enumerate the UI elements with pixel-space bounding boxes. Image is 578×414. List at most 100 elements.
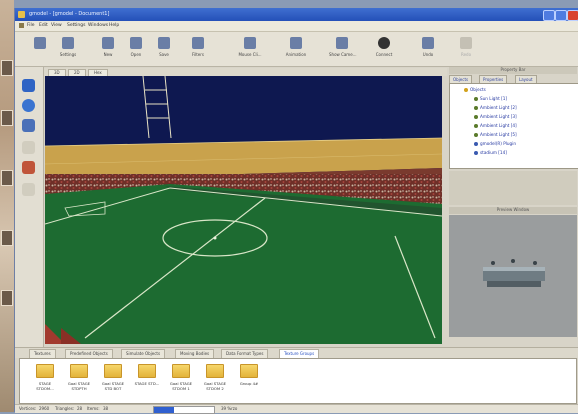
new-icon: [34, 37, 46, 49]
mouse-click-button[interactable]: Mouse Cli...: [237, 35, 263, 63]
asset-item[interactable]: Goal STAGE STDPTH: [64, 364, 94, 391]
folder-icon: [104, 364, 122, 378]
triangles-count: 28: [77, 406, 83, 411]
folder-icon: [206, 364, 224, 378]
show-camera-button[interactable]: Show Came...: [329, 35, 356, 63]
camera-icon: [336, 37, 348, 49]
title-bar[interactable]: gmodel - [gmodel - Document1]: [15, 8, 578, 21]
menu-help[interactable]: Help: [109, 23, 119, 28]
open-icon: [130, 37, 142, 49]
folder-icon: [70, 364, 88, 378]
tree-item[interactable]: Objects: [464, 87, 486, 92]
desktop-thumbnail: [1, 110, 13, 126]
mouse-icon: [244, 37, 256, 49]
tree-item[interactable]: stadium [14]: [474, 150, 507, 155]
settings-icon: [62, 37, 74, 49]
desktop-thumbnail: [1, 230, 13, 246]
save-button[interactable]: Save: [151, 35, 177, 63]
asset-item[interactable]: Goal STAGE STD BOT: [98, 364, 128, 391]
view-tabs: 3D 2D Hex: [44, 68, 447, 77]
new-doc-icon: [102, 37, 114, 49]
app-window: gmodel - [gmodel - Document1] File Edit …: [14, 8, 578, 414]
asset-item[interactable]: Goal STAGE STDOM 2: [200, 364, 230, 391]
panel-spacer: [449, 171, 577, 205]
folder-icon: [36, 364, 54, 378]
connect-button[interactable]: Connect: [371, 35, 397, 63]
menu-view[interactable]: View: [51, 23, 62, 28]
asset-item[interactable]: Group 4#: [234, 364, 264, 386]
folder-icon: [138, 364, 156, 378]
desktop-background-left: [0, 0, 14, 412]
save-icon: [158, 37, 170, 49]
new-doc-button[interactable]: New: [95, 35, 121, 63]
mesh-icon: [474, 151, 478, 155]
vertices-label: Vertices:: [19, 406, 37, 411]
menu-edit[interactable]: Edit: [39, 23, 48, 28]
zoom-readout: 39 %rzo: [221, 406, 238, 411]
tree-item[interactable]: Ambient Light [2]: [474, 105, 517, 110]
maximize-icon[interactable]: [555, 10, 567, 21]
light-icon: [474, 115, 478, 119]
items-label: Items:: [87, 406, 100, 411]
disabled-tool-icon[interactable]: [22, 141, 35, 154]
close-icon[interactable]: [567, 10, 578, 21]
items-count: 38: [103, 406, 109, 411]
app-icon: [18, 11, 25, 18]
connect-icon: [378, 37, 390, 49]
window-title: gmodel - [gmodel - Document1]: [29, 11, 110, 17]
tree-item[interactable]: Ambient Light [4]: [474, 123, 517, 128]
light-icon: [474, 133, 478, 137]
asset-item[interactable]: STAGE STDOM...: [30, 364, 60, 391]
property-bar-title: Property Bar: [449, 67, 577, 74]
asset-library: STAGE STDOM... Goal STAGE STDPTH Goal ST…: [19, 358, 577, 404]
progress-fill: [154, 407, 174, 413]
light-icon: [474, 106, 478, 110]
undo-button[interactable]: Undo: [415, 35, 441, 63]
redo-button[interactable]: Redo: [453, 35, 479, 63]
main-toolbar: Settings New Open Save Filters Mouse Cli…: [15, 32, 578, 67]
desktop-thumbnail: [1, 290, 13, 306]
paint-tool-icon[interactable]: [22, 161, 35, 174]
menu-windows[interactable]: Windows: [88, 23, 108, 28]
redo-icon: [460, 37, 472, 49]
left-toolbox: [15, 67, 44, 347]
asset-item[interactable]: Goal STAGE STDOM 1: [166, 364, 196, 391]
animation-button[interactable]: Animation: [283, 35, 309, 63]
grid-tool-icon[interactable]: [22, 183, 35, 196]
tree-item[interactable]: Ambient Light [5]: [474, 132, 517, 137]
desktop-thumbnail: [1, 170, 13, 186]
plugin-icon: [474, 142, 478, 146]
vertices-count: 2960: [39, 406, 50, 411]
move-tool-icon[interactable]: [22, 119, 35, 132]
animation-icon: [290, 37, 302, 49]
tree-item[interactable]: Sun Light [1]: [474, 96, 507, 101]
select-tool-icon[interactable]: [22, 79, 35, 92]
light-icon: [474, 97, 478, 101]
library-tabs: Textures Predefined Objects Simulate Obj…: [15, 347, 578, 359]
settings-button[interactable]: Settings: [55, 35, 81, 63]
progress-bar: [153, 406, 215, 414]
tree-item[interactable]: gmodel(R) Plugin: [474, 141, 516, 146]
property-panel: Property Bar Objects Properties Layout O…: [447, 67, 578, 347]
rotate-tool-icon[interactable]: [22, 99, 35, 112]
open-button[interactable]: Open: [123, 35, 149, 63]
menu-file[interactable]: File: [27, 23, 35, 28]
asset-item[interactable]: STAGE STD...: [132, 364, 162, 386]
new-button[interactable]: [27, 35, 53, 63]
3d-viewport[interactable]: [45, 76, 442, 344]
undo-icon: [422, 37, 434, 49]
menu-settings[interactable]: Settings: [67, 23, 85, 28]
preview-window[interactable]: [449, 215, 577, 337]
preview-model: [483, 259, 545, 287]
filters-button[interactable]: Filters: [185, 35, 211, 63]
minimize-icon[interactable]: [543, 10, 555, 21]
folder-icon: [240, 364, 258, 378]
preview-title: Preview Window: [449, 207, 577, 214]
object-tree[interactable]: Objects Sun Light [1] Ambient Light [2] …: [449, 83, 578, 169]
tree-item[interactable]: Ambient Light [3]: [474, 114, 517, 119]
triangles-label: Triangles:: [55, 406, 75, 411]
desktop-thumbnail: [1, 60, 13, 76]
folder-icon: [464, 88, 468, 92]
property-tabs: Objects Properties Layout: [449, 75, 577, 84]
document-icon: [19, 23, 24, 28]
